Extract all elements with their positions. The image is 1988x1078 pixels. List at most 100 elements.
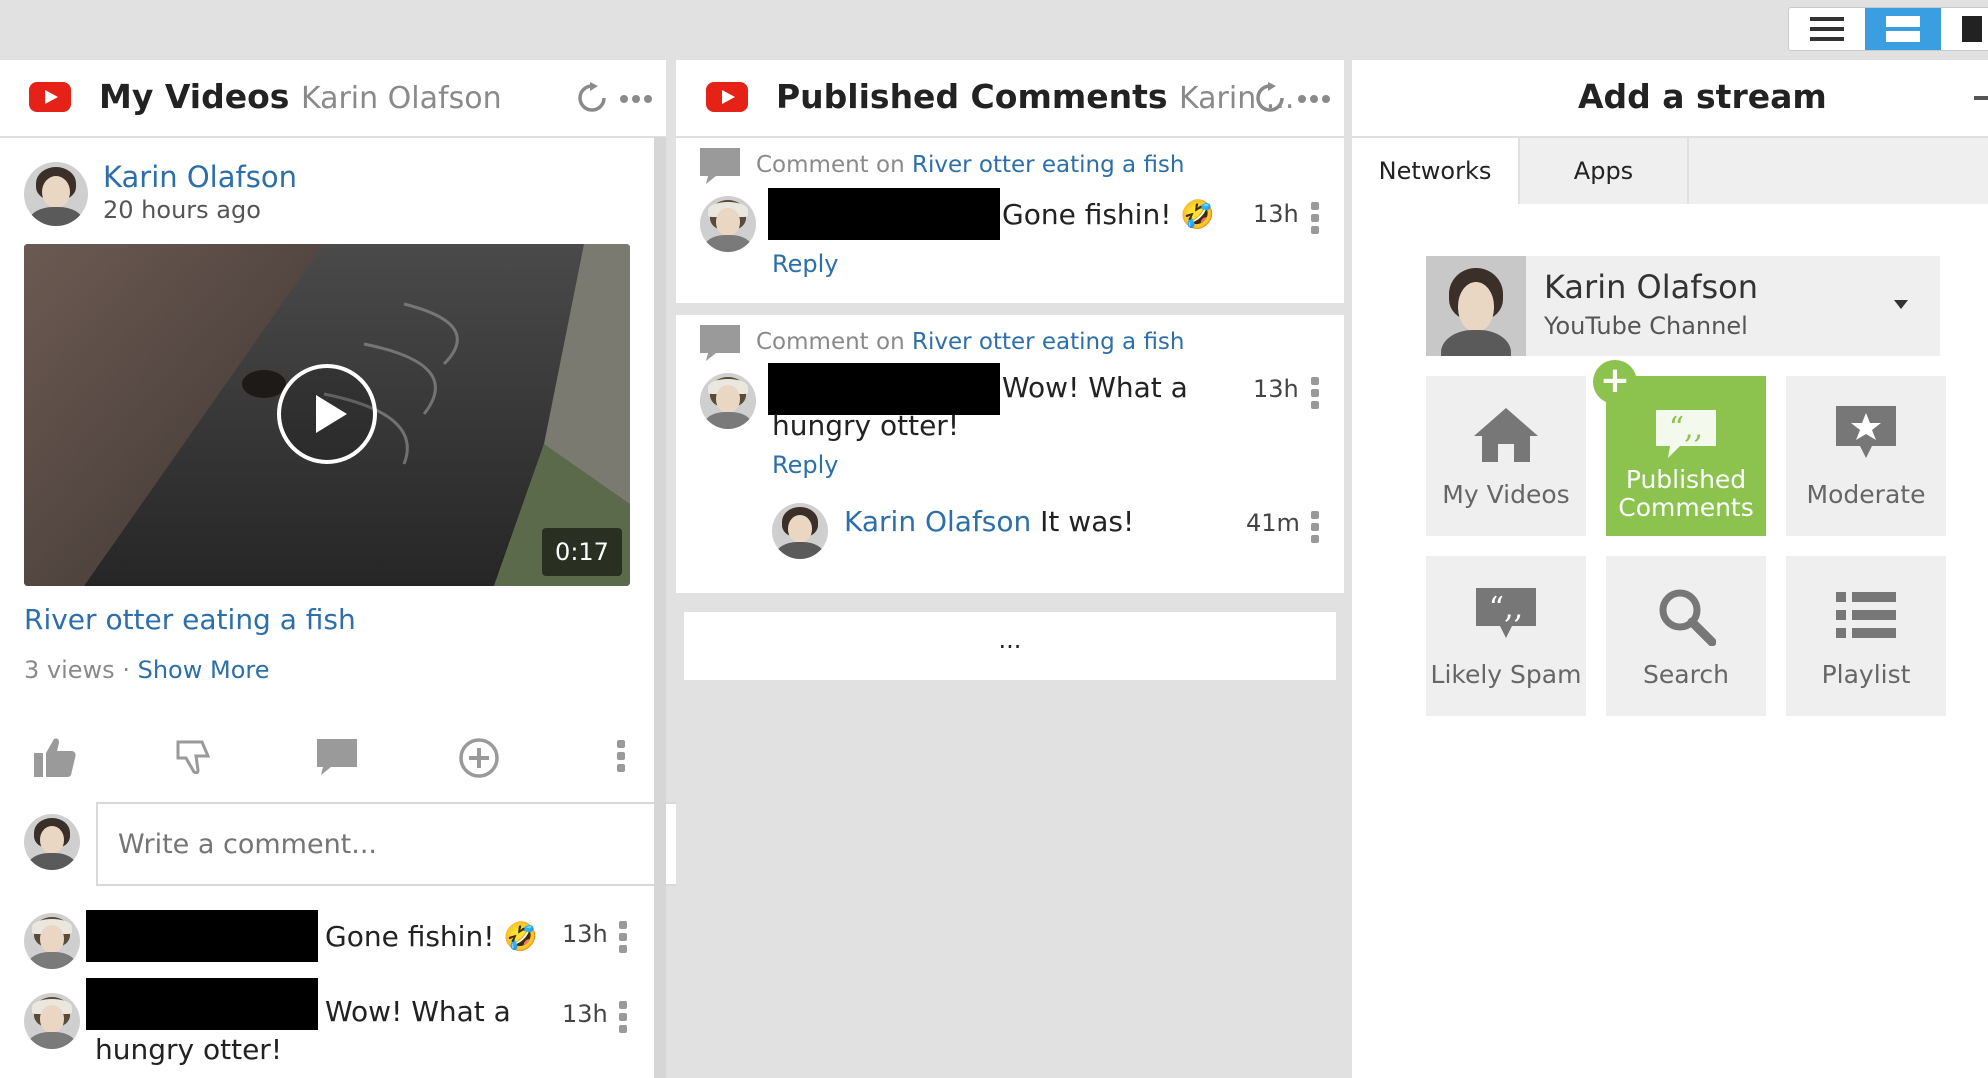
- comment-more-icon[interactable]: [1311, 202, 1319, 238]
- comment-time: 13h: [1253, 375, 1299, 403]
- post-time: 20 hours ago: [103, 196, 261, 224]
- commenter-avatar[interactable]: [700, 373, 756, 429]
- comment-text-line1: Wow! What a: [1002, 371, 1188, 404]
- stream-search[interactable]: Search: [1606, 556, 1766, 716]
- column-title-text: My Videos: [99, 77, 290, 116]
- list-icon: [1810, 17, 1844, 41]
- comment-more-icon[interactable]: [619, 921, 627, 957]
- comment-context: Comment on River otter eating a fish: [756, 329, 1185, 355]
- comment-time: 13h: [562, 920, 608, 948]
- home-icon: [1474, 408, 1538, 462]
- commenter-avatar[interactable]: [700, 196, 756, 252]
- video-link[interactable]: River otter eating a fish: [912, 152, 1185, 178]
- video-title-link[interactable]: River otter eating a fish: [24, 603, 356, 636]
- column-subtitle: Karin Olafson: [300, 81, 502, 116]
- commenter-avatar[interactable]: [24, 913, 80, 969]
- redacted-name: [86, 978, 318, 1030]
- video-link[interactable]: River otter eating a fish: [912, 329, 1185, 355]
- stream-icon: [1886, 16, 1920, 42]
- more-options-icon[interactable]: [1298, 94, 1330, 104]
- stream-label-line2: Comments: [1618, 493, 1754, 522]
- refresh-icon[interactable]: [1254, 82, 1286, 114]
- search-icon: [1659, 589, 1716, 646]
- comment-time: 13h: [1253, 200, 1299, 228]
- stream-likely-spam[interactable]: “,, Likely Spam: [1426, 556, 1586, 716]
- video-thumbnail[interactable]: 0:17: [24, 244, 630, 586]
- video-duration: 0:17: [542, 528, 622, 576]
- commenter-avatar[interactable]: [24, 993, 80, 1049]
- stream-moderate[interactable]: Moderate: [1786, 376, 1946, 536]
- column-view-button[interactable]: [1941, 8, 1988, 50]
- add-icon[interactable]: +: [1593, 360, 1637, 404]
- account-name: Karin Olafson: [1544, 268, 1759, 306]
- comment-more-icon[interactable]: [1311, 377, 1319, 413]
- stream-my-videos[interactable]: My Videos: [1426, 376, 1586, 536]
- comment-input[interactable]: [96, 802, 700, 886]
- comment-on-label: Comment on: [756, 152, 905, 178]
- quote-icon: “,,: [1656, 410, 1716, 458]
- comment-bubble-icon: [700, 325, 740, 361]
- panel-title: Add a stream: [1578, 77, 1827, 116]
- column-title-text: Published Comments: [776, 77, 1168, 116]
- column-scrollbar[interactable]: [654, 137, 666, 1078]
- column-title: Published Comments Karin ...: [776, 77, 1294, 116]
- tab-apps[interactable]: Apps: [1518, 138, 1689, 204]
- stream-label: Playlist: [1821, 660, 1911, 689]
- comment-text-line1: Wow! What a: [325, 995, 511, 1028]
- column-header: My Videos Karin Olafson: [0, 60, 666, 138]
- youtube-icon: [706, 82, 748, 112]
- play-icon[interactable]: [275, 362, 379, 466]
- stream-label: Published Comments: [1606, 466, 1766, 522]
- reply-link[interactable]: Reply: [772, 451, 838, 479]
- like-icon[interactable]: [32, 735, 78, 779]
- tab-networks[interactable]: Networks: [1352, 138, 1518, 204]
- panel-header: Add a stream: [1352, 60, 1988, 138]
- dislike-icon[interactable]: [174, 738, 214, 778]
- comment-text: Gone fishin! 🤣: [1002, 198, 1216, 231]
- comment-icon[interactable]: [315, 737, 359, 777]
- comment-time: 13h: [562, 1000, 608, 1028]
- column-icon: [1962, 16, 1982, 42]
- post-author[interactable]: Karin Olafson: [103, 160, 297, 194]
- stream-published-comments[interactable]: “,, Published Comments: [1606, 376, 1766, 536]
- stream-label: My Videos: [1442, 480, 1570, 509]
- reply-text: It was!: [1040, 505, 1135, 538]
- svg-text:“,,: “,,: [1489, 591, 1523, 626]
- video-meta: 3 views · Show More: [24, 656, 269, 684]
- view-toggle: [1788, 7, 1988, 51]
- comment-more-icon[interactable]: [619, 1001, 627, 1037]
- close-icon[interactable]: [1974, 96, 1988, 100]
- reply-author[interactable]: Karin Olafson: [844, 505, 1031, 538]
- refresh-icon[interactable]: [576, 82, 608, 114]
- list-view-button[interactable]: [1789, 8, 1865, 50]
- load-more-button[interactable]: ...: [684, 612, 1336, 680]
- add-to-playlist-icon[interactable]: [458, 737, 500, 779]
- author-avatar[interactable]: [24, 162, 88, 226]
- reply-content: Karin Olafson It was!: [844, 505, 1134, 538]
- svg-text:“,,: “,,: [1669, 411, 1703, 446]
- comment-text: Gone fishin! 🤣: [325, 920, 539, 953]
- stream-view-button[interactable]: [1865, 8, 1941, 50]
- reply-more-icon[interactable]: [1311, 511, 1319, 547]
- comment-bubble-icon: [700, 148, 740, 184]
- chevron-down-icon: [1894, 300, 1908, 309]
- redacted-name: [86, 910, 318, 962]
- show-more-link[interactable]: Show More: [138, 656, 270, 684]
- stream-playlist[interactable]: Playlist: [1786, 556, 1946, 716]
- reply-author-avatar[interactable]: [772, 503, 828, 559]
- reply-link[interactable]: Reply: [772, 250, 838, 278]
- account-selector[interactable]: Karin Olafson YouTube Channel: [1426, 256, 1940, 356]
- post-more-icon[interactable]: [617, 740, 625, 776]
- quote-bubble-icon: “,,: [1476, 588, 1536, 638]
- meta-separator: ·: [122, 656, 130, 684]
- stream-label: Likely Spam: [1430, 660, 1582, 689]
- star-bubble-icon: [1836, 406, 1896, 458]
- account-type: YouTube Channel: [1544, 312, 1748, 340]
- stream-label: Search: [1643, 660, 1729, 689]
- redacted-name: [768, 363, 1000, 415]
- comment-text-line2: hungry otter!: [772, 409, 960, 442]
- top-bar: [0, 0, 1988, 60]
- comment-on-label: Comment on: [756, 329, 905, 355]
- more-options-icon[interactable]: [620, 94, 652, 104]
- view-count: 3 views: [24, 656, 115, 684]
